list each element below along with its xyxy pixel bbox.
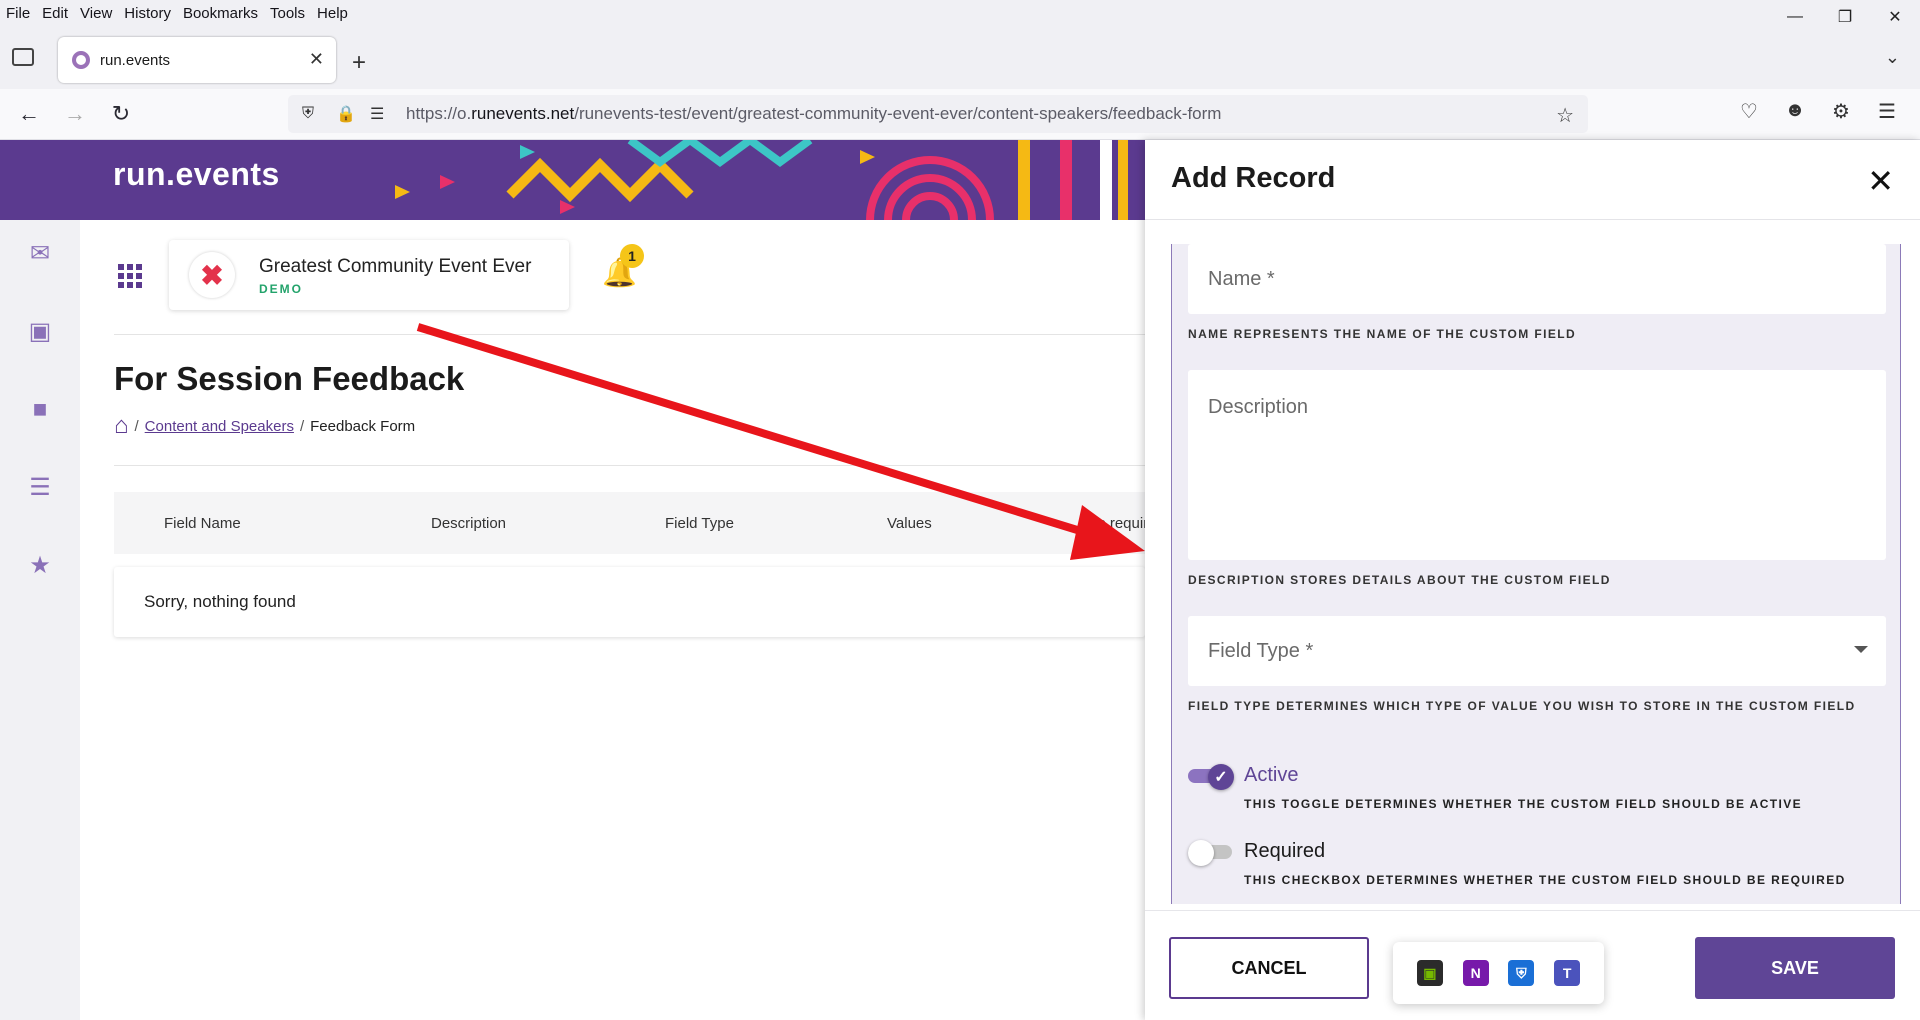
menu-file[interactable]: File (6, 5, 30, 22)
form-body: Name * NAME REPRESENTS THE NAME OF THE C… (1171, 244, 1901, 904)
image-icon[interactable]: ▣ (26, 320, 54, 344)
main-content: ✖ Greatest Community Event Ever DEMO 🔔 1… (80, 220, 1165, 1020)
menu-bookmarks[interactable]: Bookmarks (183, 5, 258, 22)
app-logo[interactable]: run.events (113, 156, 280, 193)
field-type-placeholder: Field Type * (1208, 640, 1314, 662)
toolbar-icons: ♡ ☻ ⚙ ☰ (1726, 99, 1910, 124)
list-all-tabs-icon[interactable]: ⌄ (1885, 47, 1900, 68)
empty-state: Sorry, nothing found (114, 567, 1145, 637)
reload-icon[interactable]: ↻ (106, 99, 136, 129)
star-icon[interactable]: ★ (26, 554, 54, 578)
tray-popup: ▣ N ⛨ T (1393, 942, 1604, 1004)
address-bar[interactable]: ⛨ 🔒 ☰ https://o.runevents.net/runevents-… (288, 95, 1588, 133)
active-label: Active (1244, 764, 1299, 786)
back-icon[interactable]: ← (14, 99, 44, 129)
check-icon: ✓ (1208, 764, 1234, 790)
field-type-select[interactable]: Field Type * (1188, 616, 1886, 686)
navigation-bar: ← → ↻ ⛨ 🔒 ☰ https://o.runevents.net/rune… (0, 89, 1920, 140)
required-hint: THIS CHECKBOX DETERMINES WHETHER THE CUS… (1244, 873, 1846, 887)
new-tab-icon[interactable]: + (352, 49, 366, 77)
active-hint: THIS TOGGLE DETERMINES WHETHER THE CUSTO… (1244, 797, 1803, 811)
menu-tools[interactable]: Tools (270, 5, 305, 22)
table-header: Field Name Description Field Type Values… (114, 492, 1165, 554)
browser-tab[interactable]: run.events ✕ (58, 37, 336, 83)
url-text: https://o.runevents.net/runevents-test/e… (406, 104, 1222, 123)
favicon-icon (72, 51, 90, 69)
app-menu-icon[interactable]: ☰ (1864, 99, 1910, 124)
drawer-header: Add Record ✕ (1145, 140, 1920, 220)
required-toggle[interactable] (1188, 840, 1234, 866)
active-toggle[interactable]: ✓ (1188, 764, 1234, 790)
bookmark-star-icon[interactable]: ☆ (1556, 103, 1574, 128)
shield-icon[interactable]: ⛨ (302, 105, 322, 123)
name-field[interactable]: Name * (1188, 244, 1886, 314)
defender-icon[interactable]: ⛨ (1508, 960, 1535, 986)
header-banner: run.events (0, 140, 1145, 220)
teams-icon[interactable]: T (1554, 960, 1581, 986)
tab-strip: run.events ✕ + ⌄ (0, 27, 1920, 89)
onenote-icon[interactable]: N (1462, 960, 1489, 986)
column-field-type[interactable]: Field Type (665, 515, 734, 532)
field-type-hint: FIELD TYPE DETERMINES WHICH TYPE OF VALU… (1188, 699, 1856, 713)
event-name: Greatest Community Event Ever (259, 256, 532, 277)
breadcrumb: ⌂ / Content and Speakers / Feedback Form (114, 412, 416, 440)
event-logo-icon: ✖ (189, 252, 235, 298)
tab-close-icon[interactable]: ✕ (309, 49, 324, 70)
column-field-name[interactable]: Field Name (164, 515, 241, 532)
cancel-button[interactable]: CANCEL (1169, 937, 1369, 999)
chevron-down-icon (1854, 646, 1868, 653)
extensions-icon[interactable]: ⚙ (1818, 99, 1864, 124)
breadcrumb-content-and-speakers[interactable]: Content and Speakers (145, 418, 294, 435)
column-description[interactable]: Description (431, 515, 506, 532)
name-hint: NAME REPRESENTS THE NAME OF THE CUSTOM F… (1188, 327, 1577, 341)
page-title: For Session Feedback (114, 360, 465, 397)
description-placeholder: Description (1208, 396, 1309, 418)
menu-edit[interactable]: Edit (42, 5, 68, 22)
required-label: Required (1244, 840, 1326, 862)
description-field[interactable]: Description (1188, 370, 1886, 560)
event-tag: DEMO (259, 282, 303, 296)
menu-bar: File Edit View History Bookmarks Tools H… (0, 0, 1920, 27)
divider (114, 334, 1145, 335)
close-icon[interactable]: ✕ (1867, 162, 1894, 200)
drawer-title: Add Record (1171, 162, 1336, 194)
home-icon[interactable]: ⌂ (114, 412, 129, 440)
lock-icon[interactable]: 🔒 (336, 104, 356, 124)
menu-help[interactable]: Help (317, 5, 348, 22)
add-record-drawer: Add Record ✕ Name * NAME REPRESENTS THE … (1145, 140, 1920, 1020)
permissions-icon[interactable]: ☰ (370, 104, 390, 124)
clipboard-icon[interactable]: ☰ (26, 476, 54, 500)
notification-badge: 1 (620, 244, 644, 268)
breadcrumb-current: Feedback Form (310, 417, 416, 435)
forward-icon[interactable]: → (60, 99, 90, 129)
menu-view[interactable]: View (80, 5, 112, 22)
account-icon[interactable]: ☻ (1772, 99, 1818, 124)
sidebar: ✉ ▣ ■ ☰ ★ (0, 220, 80, 1020)
apps-grid-icon[interactable] (118, 264, 142, 288)
tab-overview-icon[interactable] (12, 48, 34, 66)
tab-title: run.events (100, 51, 171, 69)
nvidia-icon[interactable]: ▣ (1416, 960, 1443, 986)
column-values[interactable]: Values (887, 515, 932, 532)
menu-history[interactable]: History (124, 5, 171, 22)
folder-icon[interactable]: ■ (26, 398, 54, 422)
pocket-icon[interactable]: ♡ (1726, 99, 1772, 124)
event-selector[interactable]: ✖ Greatest Community Event Ever DEMO (169, 240, 569, 310)
save-button[interactable]: SAVE (1695, 937, 1895, 999)
chat-icon[interactable]: ✉ (26, 242, 54, 266)
name-placeholder: Name * (1208, 268, 1275, 290)
description-hint: DESCRIPTION STORES DETAILS ABOUT THE CUS… (1188, 573, 1611, 587)
divider (114, 465, 1145, 466)
